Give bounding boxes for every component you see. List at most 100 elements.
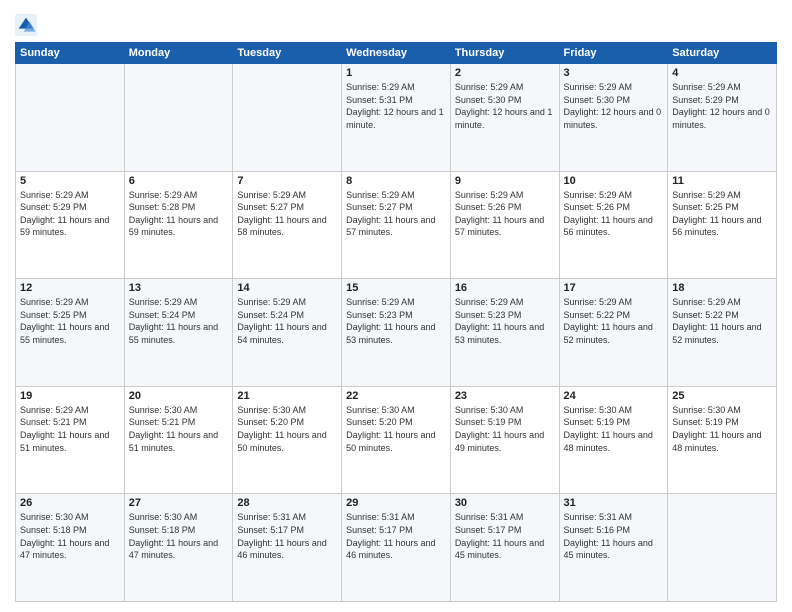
cell-sun-info: Sunrise: 5:30 AMSunset: 5:19 PMDaylight:… — [672, 404, 772, 454]
cell-sun-info: Sunrise: 5:29 AMSunset: 5:26 PMDaylight:… — [564, 189, 664, 239]
calendar-cell: 18Sunrise: 5:29 AMSunset: 5:22 PMDayligh… — [668, 279, 777, 387]
cell-day-number: 19 — [20, 390, 120, 402]
cell-sun-info: Sunrise: 5:29 AMSunset: 5:27 PMDaylight:… — [346, 189, 446, 239]
page: SundayMondayTuesdayWednesdayThursdayFrid… — [0, 0, 792, 612]
days-row: SundayMondayTuesdayWednesdayThursdayFrid… — [16, 43, 777, 64]
calendar-cell — [233, 64, 342, 172]
calendar-cell: 13Sunrise: 5:29 AMSunset: 5:24 PMDayligh… — [124, 279, 233, 387]
cell-sun-info: Sunrise: 5:30 AMSunset: 5:21 PMDaylight:… — [129, 404, 229, 454]
cell-day-number: 18 — [672, 282, 772, 294]
cell-sun-info: Sunrise: 5:29 AMSunset: 5:26 PMDaylight:… — [455, 189, 555, 239]
calendar-cell — [124, 64, 233, 172]
week-row-5: 26 Sunrise: 5:30 AMSunset: 5:18 PMDayligh… — [16, 494, 777, 602]
calendar-cell: 25 Sunrise: 5:30 AMSunset: 5:19 PMDayligh… — [668, 386, 777, 494]
calendar-cell: 7 Sunrise: 5:29 AMSunset: 5:27 PMDaylight… — [233, 171, 342, 279]
calendar-cell: 6 Sunrise: 5:29 AMSunset: 5:28 PMDaylight… — [124, 171, 233, 279]
cell-sun-info: Sunrise: 5:31 AMSunset: 5:17 PMDaylight:… — [237, 511, 337, 561]
cell-day-number: 31 — [564, 497, 664, 509]
calendar-cell: 8 Sunrise: 5:29 AMSunset: 5:27 PMDaylight… — [342, 171, 451, 279]
week-row-2: 5Sunrise: 5:29 AMSunset: 5:29 PMDaylight… — [16, 171, 777, 279]
cell-day-number: 14 — [237, 282, 337, 294]
cell-day-number: 23 — [455, 390, 555, 402]
calendar-cell — [16, 64, 125, 172]
cell-sun-info: Sunrise: 5:30 AMSunset: 5:19 PMDaylight:… — [564, 404, 664, 454]
calendar-cell: 4Sunrise: 5:29 AMSunset: 5:29 PMDaylight… — [668, 64, 777, 172]
cell-day-number: 21 — [237, 390, 337, 402]
calendar-cell: 16Sunrise: 5:29 AMSunset: 5:23 PMDayligh… — [450, 279, 559, 387]
cell-day-number: 8 — [346, 175, 446, 187]
cell-sun-info: Sunrise: 5:29 AMSunset: 5:23 PMDaylight:… — [346, 296, 446, 346]
calendar-cell: 19 Sunrise: 5:29 AMSunset: 5:21 PMDayligh… — [16, 386, 125, 494]
cell-sun-info: Sunrise: 5:29 AMSunset: 5:30 PMDaylight:… — [455, 81, 555, 131]
day-header-sunday: Sunday — [16, 43, 125, 64]
calendar-cell: 11 Sunrise: 5:29 AMSunset: 5:25 PMDayligh… — [668, 171, 777, 279]
cell-sun-info: Sunrise: 5:29 AMSunset: 5:24 PMDaylight:… — [129, 296, 229, 346]
day-header-thursday: Thursday — [450, 43, 559, 64]
calendar-cell: 2 Sunrise: 5:29 AMSunset: 5:30 PMDaylight… — [450, 64, 559, 172]
calendar-cell: 1 Sunrise: 5:29 AMSunset: 5:31 PMDaylight… — [342, 64, 451, 172]
header — [15, 10, 777, 36]
day-header-wednesday: Wednesday — [342, 43, 451, 64]
cell-day-number: 30 — [455, 497, 555, 509]
cell-day-number: 27 — [129, 497, 229, 509]
cell-sun-info: Sunrise: 5:29 AMSunset: 5:22 PMDaylight:… — [564, 296, 664, 346]
cell-day-number: 12 — [20, 282, 120, 294]
cell-day-number: 26 — [20, 497, 120, 509]
cell-sun-info: Sunrise: 5:29 AMSunset: 5:27 PMDaylight:… — [237, 189, 337, 239]
calendar-cell: 12 Sunrise: 5:29 AMSunset: 5:25 PMDayligh… — [16, 279, 125, 387]
cell-sun-info: Sunrise: 5:29 AMSunset: 5:25 PMDaylight:… — [672, 189, 772, 239]
cell-sun-info: Sunrise: 5:31 AMSunset: 5:16 PMDaylight:… — [564, 511, 664, 561]
calendar-cell: 5Sunrise: 5:29 AMSunset: 5:29 PMDaylight… — [16, 171, 125, 279]
cell-day-number: 3 — [564, 67, 664, 79]
cell-day-number: 17 — [564, 282, 664, 294]
calendar-cell: 14Sunrise: 5:29 AMSunset: 5:24 PMDayligh… — [233, 279, 342, 387]
calendar-body: 1 Sunrise: 5:29 AMSunset: 5:31 PMDaylight… — [16, 64, 777, 602]
calendar-cell: 17 Sunrise: 5:29 AMSunset: 5:22 PMDayligh… — [559, 279, 668, 387]
calendar-header: SundayMondayTuesdayWednesdayThursdayFrid… — [16, 43, 777, 64]
calendar-cell: 3Sunrise: 5:29 AMSunset: 5:30 PMDaylight… — [559, 64, 668, 172]
week-row-3: 12 Sunrise: 5:29 AMSunset: 5:25 PMDayligh… — [16, 279, 777, 387]
cell-day-number: 7 — [237, 175, 337, 187]
calendar-cell: 22 Sunrise: 5:30 AMSunset: 5:20 PMDayligh… — [342, 386, 451, 494]
week-row-4: 19 Sunrise: 5:29 AMSunset: 5:21 PMDayligh… — [16, 386, 777, 494]
cell-sun-info: Sunrise: 5:30 AMSunset: 5:18 PMDaylight:… — [20, 511, 120, 561]
logo-icon — [15, 14, 37, 36]
calendar-cell: 28 Sunrise: 5:31 AMSunset: 5:17 PMDayligh… — [233, 494, 342, 602]
calendar-cell: 20Sunrise: 5:30 AMSunset: 5:21 PMDayligh… — [124, 386, 233, 494]
cell-day-number: 6 — [129, 175, 229, 187]
cell-day-number: 10 — [564, 175, 664, 187]
day-header-tuesday: Tuesday — [233, 43, 342, 64]
cell-sun-info: Sunrise: 5:30 AMSunset: 5:18 PMDaylight:… — [129, 511, 229, 561]
cell-day-number: 1 — [346, 67, 446, 79]
cell-day-number: 28 — [237, 497, 337, 509]
cell-sun-info: Sunrise: 5:29 AMSunset: 5:31 PMDaylight:… — [346, 81, 446, 131]
calendar-cell: 26 Sunrise: 5:30 AMSunset: 5:18 PMDayligh… — [16, 494, 125, 602]
cell-sun-info: Sunrise: 5:29 AMSunset: 5:25 PMDaylight:… — [20, 296, 120, 346]
calendar-cell: 15Sunrise: 5:29 AMSunset: 5:23 PMDayligh… — [342, 279, 451, 387]
calendar-cell — [668, 494, 777, 602]
calendar: SundayMondayTuesdayWednesdayThursdayFrid… — [15, 42, 777, 602]
calendar-cell: 21 Sunrise: 5:30 AMSunset: 5:20 PMDayligh… — [233, 386, 342, 494]
cell-day-number: 2 — [455, 67, 555, 79]
calendar-cell: 9Sunrise: 5:29 AMSunset: 5:26 PMDaylight… — [450, 171, 559, 279]
cell-sun-info: Sunrise: 5:30 AMSunset: 5:19 PMDaylight:… — [455, 404, 555, 454]
cell-day-number: 24 — [564, 390, 664, 402]
calendar-cell: 24 Sunrise: 5:30 AMSunset: 5:19 PMDayligh… — [559, 386, 668, 494]
cell-sun-info: Sunrise: 5:29 AMSunset: 5:21 PMDaylight:… — [20, 404, 120, 454]
calendar-cell: 30 Sunrise: 5:31 AMSunset: 5:17 PMDayligh… — [450, 494, 559, 602]
cell-sun-info: Sunrise: 5:30 AMSunset: 5:20 PMDaylight:… — [346, 404, 446, 454]
cell-day-number: 4 — [672, 67, 772, 79]
calendar-cell: 27 Sunrise: 5:30 AMSunset: 5:18 PMDayligh… — [124, 494, 233, 602]
cell-sun-info: Sunrise: 5:29 AMSunset: 5:29 PMDaylight:… — [20, 189, 120, 239]
calendar-cell: 10 Sunrise: 5:29 AMSunset: 5:26 PMDayligh… — [559, 171, 668, 279]
cell-sun-info: Sunrise: 5:29 AMSunset: 5:28 PMDaylight:… — [129, 189, 229, 239]
day-header-saturday: Saturday — [668, 43, 777, 64]
cell-day-number: 16 — [455, 282, 555, 294]
cell-sun-info: Sunrise: 5:31 AMSunset: 5:17 PMDaylight:… — [455, 511, 555, 561]
cell-day-number: 22 — [346, 390, 446, 402]
cell-day-number: 25 — [672, 390, 772, 402]
calendar-cell: 31 Sunrise: 5:31 AMSunset: 5:16 PMDayligh… — [559, 494, 668, 602]
cell-day-number: 11 — [672, 175, 772, 187]
cell-sun-info: Sunrise: 5:30 AMSunset: 5:20 PMDaylight:… — [237, 404, 337, 454]
cell-day-number: 29 — [346, 497, 446, 509]
